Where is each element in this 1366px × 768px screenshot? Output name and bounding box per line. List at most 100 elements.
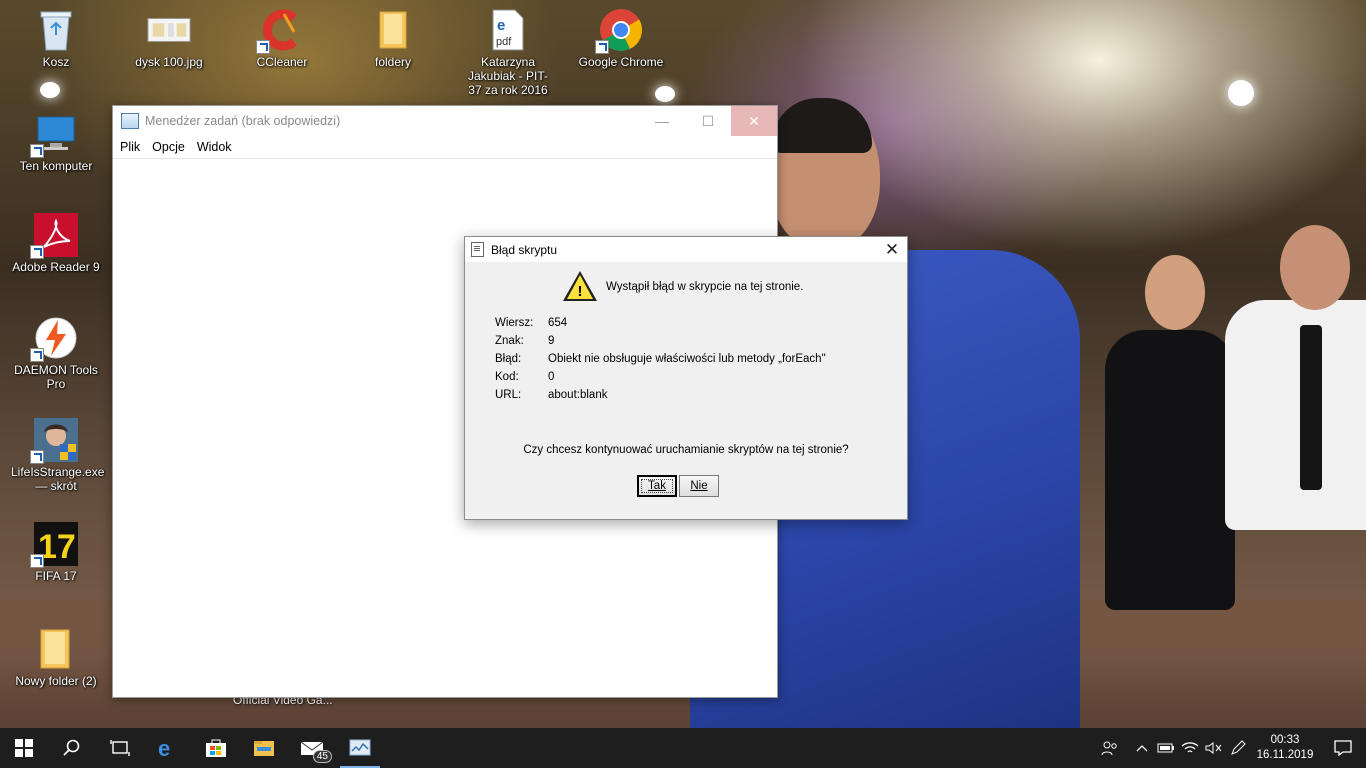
detail-value: 0 (548, 371, 555, 383)
shortcut-arrow-icon (30, 348, 44, 362)
shortcut-arrow-icon (30, 144, 44, 158)
continue-question: Czy chcesz kontynuować uruchamianie skry… (523, 444, 849, 456)
desktop-icon-this-pc[interactable]: Ten komputer (11, 112, 101, 173)
desktop-icon-new-folder[interactable]: Nowy folder (2) (11, 627, 101, 688)
menu-view[interactable]: Widok (193, 140, 240, 154)
background-person-head (1145, 255, 1205, 330)
daemon-tools-icon (30, 316, 78, 362)
volume-muted-icon[interactable] (1202, 741, 1226, 755)
shortcut-arrow-icon (30, 245, 44, 259)
detail-value: Obiekt nie obsługuje właściwości lub met… (548, 353, 826, 365)
computer-icon (30, 112, 78, 158)
desktop-icon-pdf[interactable]: e pdf Katarzyna Jakubiak - PIT-37 za rok … (463, 8, 553, 111)
desktop-icon-daemon-tools[interactable]: DAEMON Tools Pro (11, 316, 101, 391)
detail-value: 654 (548, 317, 568, 329)
folder-icon (254, 741, 274, 756)
folder-icon (34, 627, 78, 671)
background-light (655, 86, 675, 102)
detail-row: Wiersz: 654 (495, 317, 826, 335)
taskbar-file-explorer[interactable] (240, 728, 288, 768)
detail-key: Kod: (495, 371, 519, 383)
background-light (40, 82, 60, 98)
desktop-icon-label: Google Chrome (578, 55, 664, 69)
no-button[interactable]: Nie (679, 475, 719, 497)
desktop-icon-folder[interactable]: foldery (348, 8, 438, 69)
desktop-icon-label: Nowy folder (2) (15, 674, 97, 688)
chevron-up-icon[interactable] (1130, 744, 1154, 752)
detail-key: Błąd: (495, 353, 522, 365)
desktop-icon-chrome[interactable]: Google Chrome (576, 8, 666, 69)
store-icon (206, 739, 226, 757)
desktop-icon-jpg[interactable]: dysk 100.jpg (124, 8, 214, 69)
dialog-title: Błąd skryptu (491, 242, 558, 257)
game-icon (30, 418, 78, 464)
task-manager-titlebar[interactable]: Menedżer zadań (brak odpowiedzi) — ☐ ✕ (113, 106, 777, 136)
desktop-icon-fifa17[interactable]: 17 FIFA 17 (11, 522, 101, 583)
fifa-icon: 17 (30, 522, 78, 568)
notification-icon (1334, 740, 1352, 756)
wifi-icon[interactable] (1178, 741, 1202, 755)
error-details: Wiersz: 654 Znak: 9 Błąd: Obiekt nie obsług… (495, 317, 826, 407)
background-light (1228, 80, 1254, 106)
desktop-icon-adobe-reader[interactable]: Adobe Reader 9 (11, 213, 101, 274)
svg-text:e: e (158, 737, 170, 759)
close-button[interactable]: ✕ (731, 106, 777, 136)
shortcut-arrow-icon (30, 450, 44, 464)
detail-row: Znak: 9 (495, 335, 826, 353)
detail-row: URL: about:blank (495, 389, 826, 407)
dialog-close-button[interactable]: ✕ (877, 240, 907, 260)
desktop-icon-label: dysk 100.jpg (135, 55, 203, 69)
task-view-button[interactable] (96, 728, 144, 768)
background-person-hair (772, 98, 872, 153)
task-manager-icon (121, 113, 139, 129)
background-person (1105, 330, 1235, 610)
folder-icon (371, 8, 415, 52)
clock[interactable]: 00:33 16.11.2019 (1250, 733, 1320, 763)
dialog-titlebar[interactable]: Błąd skryptu ✕ (465, 237, 907, 262)
chrome-icon (595, 8, 643, 54)
desktop-icon-recycle-bin[interactable]: Kosz (11, 8, 101, 69)
desktop-icon-label: Katarzyna Jakubiak - PIT-37 za rok 2016 … (467, 55, 549, 111)
clock-date: 16.11.2019 (1256, 749, 1314, 761)
background-person-head (1280, 225, 1350, 310)
taskbar-mail[interactable]: 45 (288, 728, 336, 768)
shortcut-arrow-icon (595, 40, 609, 54)
maximize-button[interactable]: ☐ (685, 106, 731, 136)
desktop-icon-label: Adobe Reader 9 (12, 260, 100, 274)
search-button[interactable] (48, 728, 96, 768)
detail-value: about:blank (548, 389, 608, 401)
desktop-icon-label: DAEMON Tools Pro (14, 363, 98, 391)
ccleaner-icon (256, 8, 304, 54)
shortcut-arrow-icon (30, 554, 44, 568)
script-error-dialog[interactable]: Błąd skryptu ✕ ! Wystąpił błąd w skrypci… (464, 236, 908, 520)
taskbar-edge[interactable]: e (144, 728, 192, 768)
adobe-reader-icon (30, 213, 78, 259)
recycle-bin-icon (34, 8, 78, 52)
pen-icon[interactable] (1226, 740, 1250, 756)
notification-button[interactable] (1320, 740, 1366, 756)
system-tray: 00:33 16.11.2019 (1098, 728, 1366, 768)
taskbar-store[interactable] (192, 728, 240, 768)
minimize-button[interactable]: — (639, 106, 685, 136)
search-icon (63, 739, 80, 756)
start-button[interactable] (0, 728, 48, 768)
image-file-icon (147, 8, 191, 52)
svg-text:pdf: pdf (496, 36, 512, 48)
detail-value: 9 (548, 335, 555, 347)
yes-button[interactable]: Tak (637, 475, 677, 497)
shortcut-arrow-icon (256, 40, 270, 54)
menu-options[interactable]: Opcje (148, 140, 193, 154)
desktop-icon-lifeisstrange[interactable]: LifeIsStrange.exe — skrót (11, 418, 104, 493)
detail-key: Znak: (495, 335, 524, 347)
menu-file[interactable]: Plik (116, 140, 148, 154)
window-title: Menedżer zadań (brak odpowiedzi) (145, 114, 341, 128)
mail-count-badge: 45 (312, 750, 332, 763)
battery-icon[interactable] (1154, 742, 1178, 754)
desktop-icon-label: foldery (374, 55, 412, 69)
detail-key: URL: (495, 389, 522, 401)
taskbar-task-manager[interactable] (336, 728, 384, 768)
people-icon[interactable] (1098, 740, 1122, 756)
desktop-icon-label: FIFA 17 (35, 569, 77, 583)
desktop-icon-ccleaner[interactable]: CCleaner (237, 8, 327, 69)
document-icon (471, 242, 484, 257)
